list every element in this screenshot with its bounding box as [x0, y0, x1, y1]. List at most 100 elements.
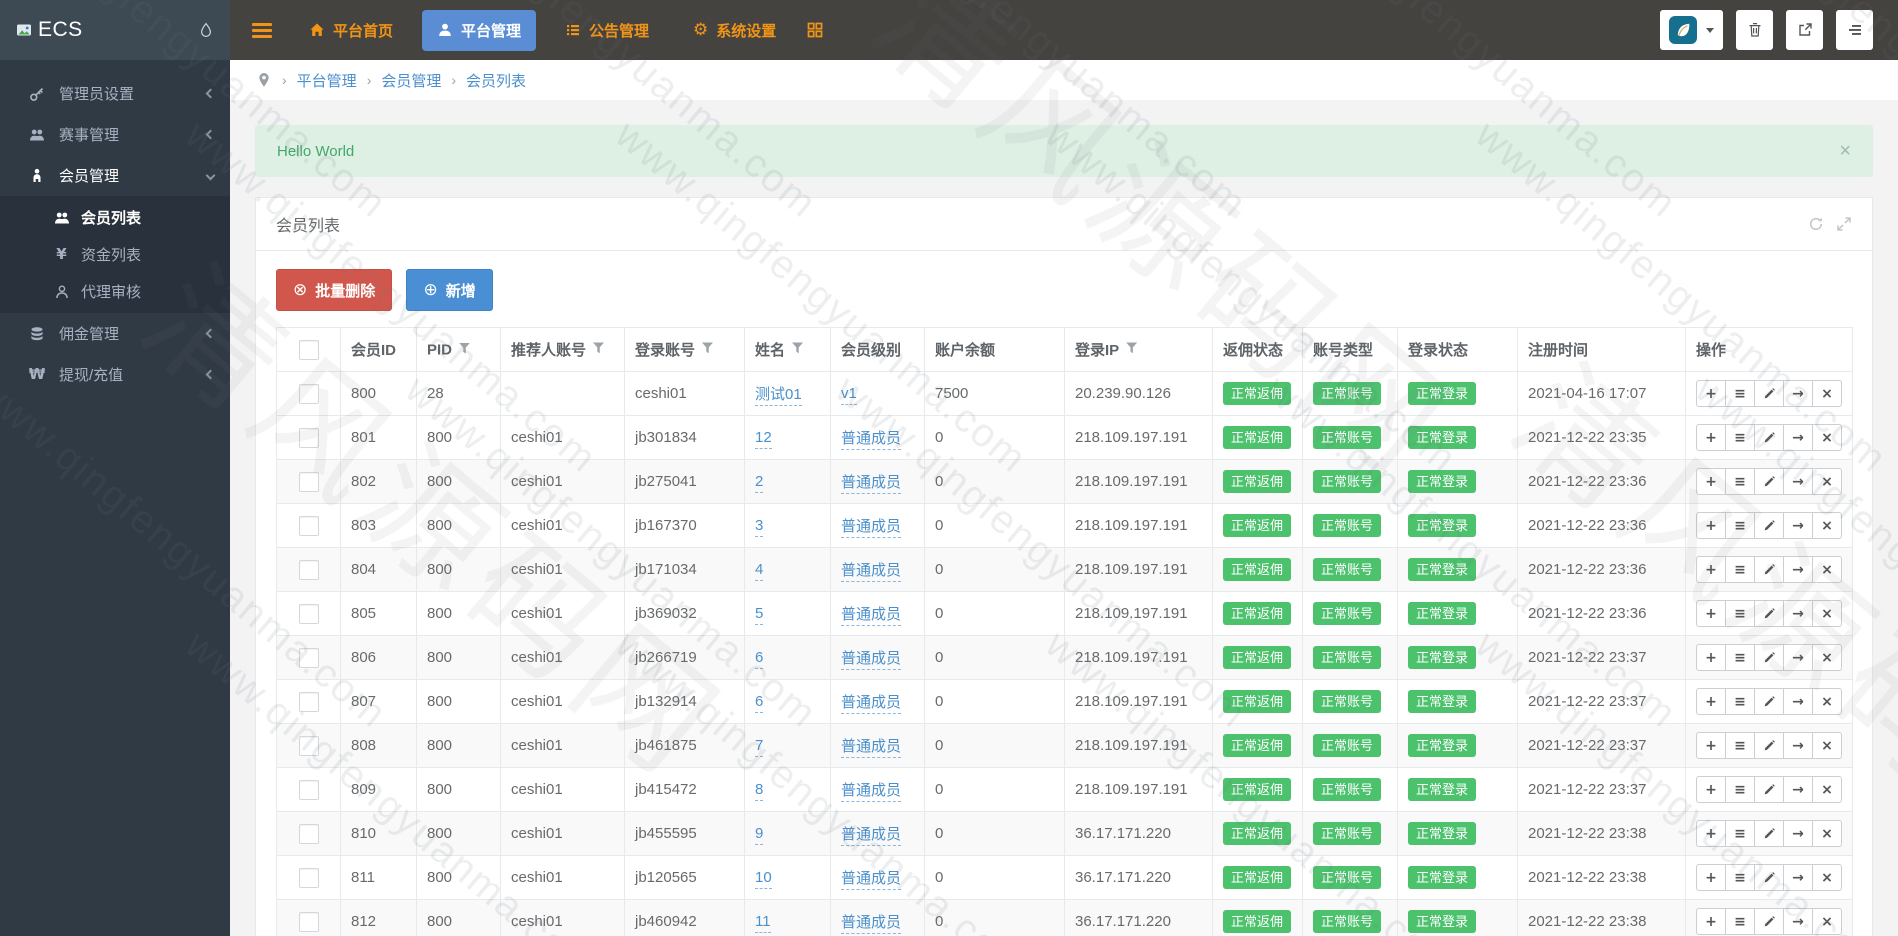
- close-action-button[interactable]: ×: [1812, 468, 1842, 495]
- status-badge[interactable]: 正常登录: [1408, 470, 1477, 493]
- plus-action-button[interactable]: +: [1696, 468, 1726, 495]
- cell-link-name[interactable]: 3: [755, 517, 764, 537]
- list-action-button[interactable]: ≡: [1725, 468, 1755, 495]
- status-badge[interactable]: 正常返佣: [1223, 426, 1292, 449]
- close-action-button[interactable]: ×: [1812, 380, 1842, 407]
- topbar-external-button[interactable]: [1786, 10, 1823, 50]
- edit-action-button[interactable]: [1754, 732, 1784, 759]
- breadcrumb-item[interactable]: 会员管理: [381, 70, 441, 91]
- move-action-button[interactable]: →: [1783, 732, 1813, 759]
- topbar-trash-button[interactable]: [1736, 10, 1773, 50]
- cell-link-level[interactable]: 普通成员: [841, 826, 902, 846]
- cell-link-level[interactable]: 普通成员: [841, 870, 902, 890]
- cell-link-level[interactable]: 普通成员: [841, 518, 902, 538]
- row-checkbox[interactable]: [298, 911, 319, 932]
- status-badge[interactable]: 正常返佣: [1223, 690, 1292, 713]
- list-action-button[interactable]: ≡: [1725, 732, 1755, 759]
- close-action-button[interactable]: ×: [1812, 600, 1842, 627]
- sidebar-item-agent-review[interactable]: 代理审核: [0, 273, 230, 310]
- status-badge[interactable]: 正常账号: [1313, 602, 1382, 625]
- row-checkbox[interactable]: [298, 823, 319, 844]
- status-badge[interactable]: 正常登录: [1408, 734, 1477, 757]
- cell-link-name[interactable]: 12: [755, 429, 772, 449]
- edit-action-button[interactable]: [1754, 776, 1784, 803]
- close-action-button[interactable]: ×: [1812, 776, 1842, 803]
- cell-link-name[interactable]: 5: [755, 605, 764, 625]
- edit-action-button[interactable]: [1754, 600, 1784, 627]
- row-checkbox[interactable]: [298, 383, 319, 404]
- list-action-button[interactable]: ≡: [1725, 644, 1755, 671]
- plus-action-button[interactable]: +: [1696, 380, 1726, 407]
- cell-link-name[interactable]: 测试01: [755, 386, 802, 406]
- cell-link-level[interactable]: 普通成员: [841, 914, 902, 934]
- status-badge[interactable]: 正常登录: [1408, 558, 1477, 581]
- batch-delete-button[interactable]: ⊗ 批量删除: [276, 269, 393, 311]
- plus-action-button[interactable]: +: [1696, 600, 1726, 627]
- status-badge[interactable]: 正常返佣: [1223, 910, 1292, 933]
- plus-action-button[interactable]: +: [1696, 688, 1726, 715]
- status-badge[interactable]: 正常登录: [1408, 382, 1477, 405]
- edit-action-button[interactable]: [1754, 424, 1784, 451]
- cell-link-level[interactable]: 普通成员: [841, 430, 902, 450]
- plus-action-button[interactable]: +: [1696, 864, 1726, 891]
- cell-link-level[interactable]: 普通成员: [841, 650, 902, 670]
- status-badge[interactable]: 正常登录: [1408, 514, 1477, 537]
- close-action-button[interactable]: ×: [1812, 424, 1842, 451]
- row-checkbox[interactable]: [298, 647, 319, 668]
- move-action-button[interactable]: →: [1783, 776, 1813, 803]
- cell-link-name[interactable]: 6: [755, 649, 764, 669]
- close-action-button[interactable]: ×: [1812, 732, 1842, 759]
- edit-action-button[interactable]: [1754, 556, 1784, 583]
- close-action-button[interactable]: ×: [1812, 908, 1842, 935]
- row-checkbox[interactable]: [298, 559, 319, 580]
- select-all-checkbox[interactable]: [298, 339, 319, 360]
- status-badge[interactable]: 正常账号: [1313, 910, 1382, 933]
- filter-icon[interactable]: [702, 342, 714, 354]
- plus-action-button[interactable]: +: [1696, 732, 1726, 759]
- status-badge[interactable]: 正常账号: [1313, 646, 1382, 669]
- move-action-button[interactable]: →: [1783, 908, 1813, 935]
- cell-link-level[interactable]: 普通成员: [841, 782, 902, 802]
- status-badge[interactable]: 正常登录: [1408, 426, 1477, 449]
- close-action-button[interactable]: ×: [1812, 644, 1842, 671]
- status-badge[interactable]: 正常登录: [1408, 910, 1477, 933]
- filter-icon[interactable]: [1126, 342, 1138, 354]
- list-action-button[interactable]: ≡: [1725, 776, 1755, 803]
- edit-action-button[interactable]: [1754, 688, 1784, 715]
- move-action-button[interactable]: →: [1783, 468, 1813, 495]
- status-badge[interactable]: 正常账号: [1313, 690, 1382, 713]
- status-badge[interactable]: 正常账号: [1313, 470, 1382, 493]
- filter-icon[interactable]: [593, 342, 605, 354]
- row-checkbox[interactable]: [298, 427, 319, 448]
- move-action-button[interactable]: →: [1783, 424, 1813, 451]
- nav-item-home[interactable]: 平台首页: [294, 10, 408, 51]
- move-action-button[interactable]: →: [1783, 380, 1813, 407]
- list-action-button[interactable]: ≡: [1725, 424, 1755, 451]
- status-badge[interactable]: 正常账号: [1313, 558, 1382, 581]
- close-icon[interactable]: ×: [1839, 141, 1851, 161]
- plus-action-button[interactable]: +: [1696, 776, 1726, 803]
- breadcrumb-item[interactable]: 平台管理: [297, 70, 357, 91]
- move-action-button[interactable]: →: [1783, 644, 1813, 671]
- row-checkbox[interactable]: [298, 779, 319, 800]
- status-badge[interactable]: 正常登录: [1408, 690, 1477, 713]
- list-action-button[interactable]: ≡: [1725, 688, 1755, 715]
- status-badge[interactable]: 正常返佣: [1223, 470, 1292, 493]
- cell-link-name[interactable]: 2: [755, 473, 764, 493]
- status-badge[interactable]: 正常登录: [1408, 822, 1477, 845]
- edit-action-button[interactable]: [1754, 864, 1784, 891]
- status-badge[interactable]: 正常返佣: [1223, 558, 1292, 581]
- nav-item-platform[interactable]: 平台管理: [422, 9, 537, 51]
- cell-link-name[interactable]: 6: [755, 693, 764, 713]
- cell-link-level[interactable]: v1: [841, 385, 857, 405]
- topbar-log-button[interactable]: [1836, 10, 1873, 50]
- close-action-button[interactable]: ×: [1812, 820, 1842, 847]
- menu-toggle-icon[interactable]: [252, 20, 272, 41]
- edit-action-button[interactable]: [1754, 908, 1784, 935]
- row-checkbox[interactable]: [298, 471, 319, 492]
- close-action-button[interactable]: ×: [1812, 688, 1842, 715]
- sidebar-item-admin-settings[interactable]: 管理员设置: [0, 73, 230, 114]
- row-checkbox[interactable]: [298, 603, 319, 624]
- status-badge[interactable]: 正常账号: [1313, 514, 1382, 537]
- status-badge[interactable]: 正常账号: [1313, 734, 1382, 757]
